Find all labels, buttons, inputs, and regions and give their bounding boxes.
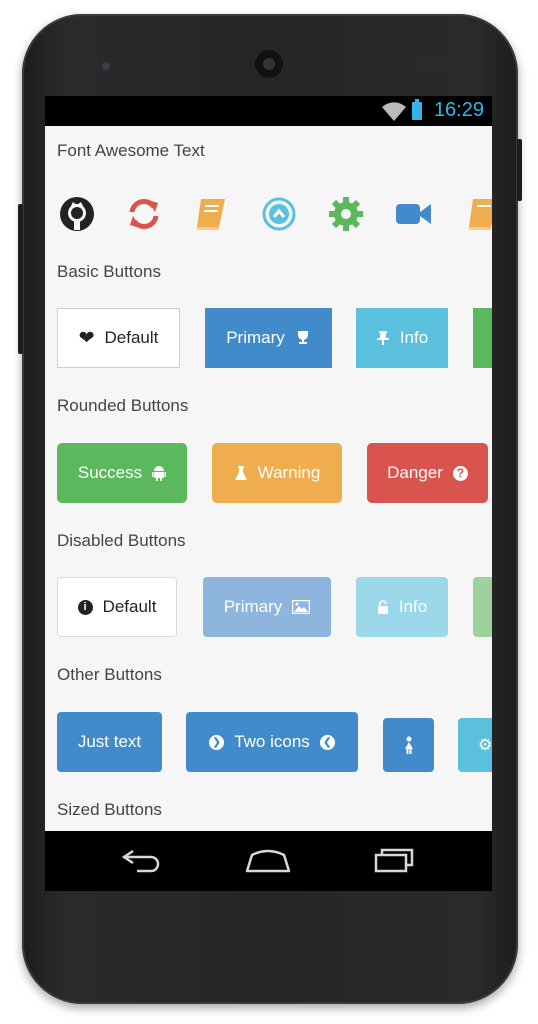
section-title-basic-buttons: Basic Buttons <box>57 262 161 281</box>
chevron-circle-right-icon: ❯ <box>209 734 225 750</box>
disabled-success-button-partial[interactable] <box>473 577 492 637</box>
default-button-label: Default <box>104 328 159 347</box>
disabled-default-button-label: Default <box>102 597 157 616</box>
home-icon[interactable] <box>244 845 292 875</box>
cog-icon-button-partial[interactable]: ⚙ <box>458 718 492 772</box>
success-button-label: Success <box>77 463 143 482</box>
just-text-button[interactable]: Just text <box>57 712 162 772</box>
gear-icon[interactable] <box>326 194 366 234</box>
danger-button[interactable]: Danger ? <box>367 443 488 503</box>
two-icons-button[interactable]: ❯ Two icons ❮ <box>186 712 358 772</box>
thumbtack-icon <box>376 331 389 345</box>
wifi-icon <box>382 102 406 121</box>
volume-button <box>517 139 522 201</box>
front-camera <box>102 62 110 70</box>
screen: 16:29 Font Awesome Text Basic Buttons ❤ … <box>45 96 492 891</box>
flask-icon <box>234 466 247 480</box>
video-camera-icon[interactable] <box>393 194 433 234</box>
female-icon-button[interactable] <box>383 718 434 772</box>
app-content[interactable]: Font Awesome Text Basic Buttons ❤ Defaul… <box>45 126 492 831</box>
question-circle-icon: ? <box>452 465 468 481</box>
female-icon <box>404 736 413 754</box>
heart-icon: ❤ <box>78 327 95 349</box>
disabled-primary-button-label: Primary <box>223 597 283 616</box>
recent-apps-icon[interactable] <box>370 845 416 875</box>
danger-button-label: Danger <box>387 463 443 482</box>
sensor <box>420 60 428 68</box>
status-bar: 16:29 <box>45 96 492 126</box>
power-button <box>18 204 23 354</box>
trophy-icon <box>297 331 308 344</box>
default-button[interactable]: ❤ Default <box>57 308 180 368</box>
chevron-circle-left-icon: ❮ <box>319 734 335 750</box>
unlock-icon <box>377 600 388 614</box>
info-button[interactable]: Info <box>356 308 448 368</box>
primary-button[interactable]: Primary <box>205 308 332 368</box>
disabled-default-button[interactable]: i Default <box>57 577 177 637</box>
section-title-other-buttons: Other Buttons <box>57 665 162 684</box>
section-title-font-awesome-text: Font Awesome Text <box>57 141 205 160</box>
book-icon[interactable] <box>191 194 231 234</box>
success-button[interactable]: Success <box>57 443 187 503</box>
cog-icon: ⚙ <box>478 737 492 754</box>
warning-button-label: Warning <box>257 463 321 482</box>
back-icon[interactable] <box>119 845 165 875</box>
github-icon[interactable] <box>57 194 97 234</box>
primary-button-label: Primary <box>226 328 285 347</box>
earpiece-speaker <box>255 50 283 78</box>
just-text-button-label: Just text <box>77 732 142 751</box>
chevron-circle-up-icon[interactable] <box>259 194 299 234</box>
section-title-rounded-buttons: Rounded Buttons <box>57 396 189 415</box>
section-title-sized-buttons: Sized Buttons <box>57 800 162 819</box>
status-clock: 16:29 <box>433 99 484 121</box>
navigation-bar <box>45 831 492 891</box>
info-button-label: Info <box>399 328 429 347</box>
section-title-disabled-buttons: Disabled Buttons <box>57 531 186 550</box>
sensor <box>436 60 444 68</box>
two-icons-button-label: Two icons <box>234 732 310 751</box>
android-icon <box>152 466 167 481</box>
disabled-info-button[interactable]: Info <box>356 577 448 637</box>
picture-icon <box>292 600 311 614</box>
book-icon[interactable] <box>463 194 492 234</box>
battery-icon <box>412 99 422 120</box>
info-circle-icon: i <box>77 599 93 615</box>
disabled-primary-button[interactable]: Primary <box>203 577 331 637</box>
success-button-partial[interactable] <box>473 308 492 368</box>
warning-button[interactable]: Warning <box>212 443 342 503</box>
disabled-info-button-label: Info <box>398 597 428 616</box>
refresh-icon[interactable] <box>124 194 164 234</box>
